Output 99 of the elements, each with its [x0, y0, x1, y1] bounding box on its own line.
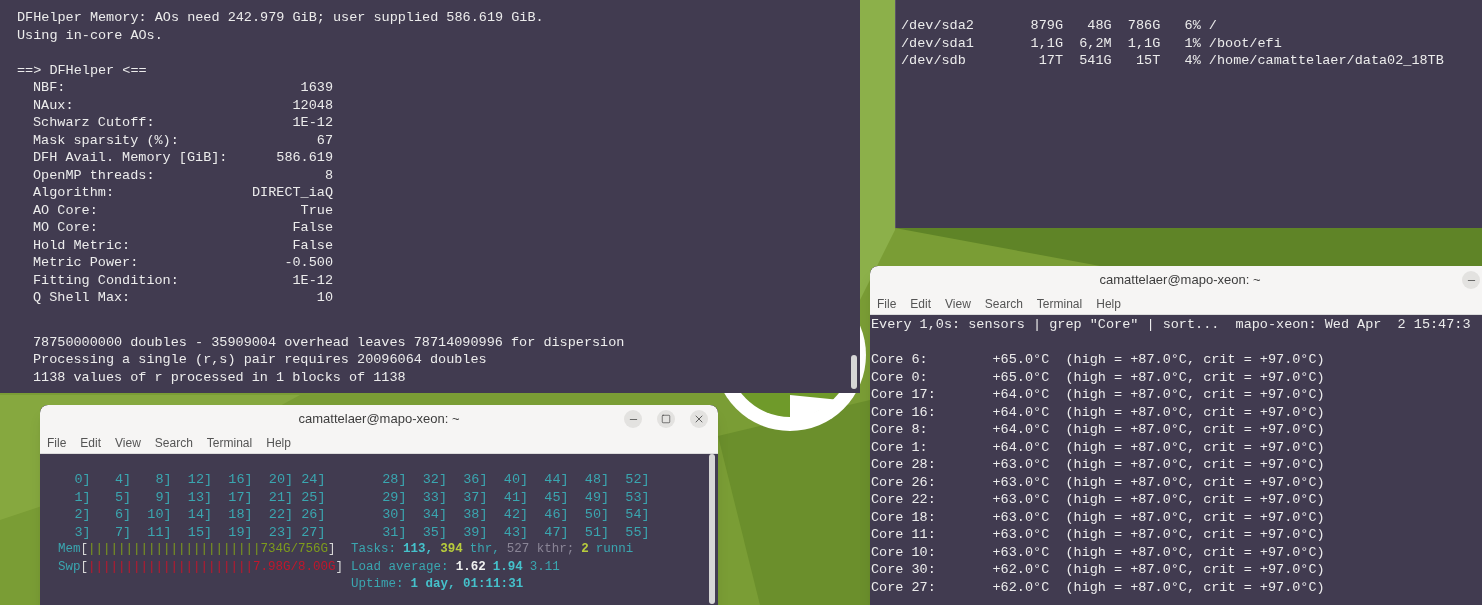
minimize-button[interactable] [1462, 271, 1480, 289]
parameter-value: DIRECT_iaQ [252, 184, 333, 202]
terminal-line: DFHelper Memory: AOs need 242.979 GiB; user supplied 586.619 GiB. [17, 9, 544, 27]
scrollbar-thumb[interactable] [851, 355, 857, 389]
window-title: camattelaer@mapo-xeon: ~ [1099, 270, 1261, 289]
htop-text: 734G/756G [260, 541, 329, 558]
menu-item[interactable]: View [115, 433, 141, 452]
parameter-label: Hold Metric: [33, 236, 131, 254]
parameter-label: Q Shell Max: [33, 289, 131, 307]
sensor-line: Core 30: +62.0°C (high = +87.0°C, crit = +97.0°C) [871, 561, 1325, 579]
menu-item[interactable]: Terminal [206, 433, 253, 452]
parameter-label: MO Core: [33, 219, 98, 237]
parameter-value: True [300, 201, 333, 219]
close-icon [693, 413, 705, 425]
menu-item[interactable]: View [945, 294, 971, 313]
sensor-line: Core 6: +65.0°C (high = +87.0°C, crit = +97.0°C) [871, 351, 1325, 369]
sensor-line: Core 10: +63.0°C (high = +87.0°C, crit = +97.0°C) [871, 543, 1325, 561]
cpu-row-text: 3] 7] 11] 15] 19] 23] 27] 31] 35] 39] 43] 47] 51] 55] [73, 523, 650, 541]
htop-text: 2 [581, 541, 589, 558]
htop-text: [ [80, 558, 89, 576]
terminal-line: /dev/sdb 17T 541G 15T 4% /home/camattelaer/data02_18TB [901, 52, 1444, 70]
parameter-label: OpenMP threads: [33, 166, 155, 184]
menu-item[interactable]: Edit [910, 294, 932, 313]
menu-item[interactable]: Terminal [1036, 294, 1083, 313]
sensor-line: Core 27: +62.0°C (high = +87.0°C, crit = +97.0°C) [871, 578, 1325, 596]
maximize-button[interactable] [657, 410, 675, 428]
parameter-label: Metric Power: [33, 254, 139, 272]
htop-text: 7.98G/8.00G [253, 558, 336, 576]
sensor-line: Core 16: +64.0°C (high = +87.0°C, crit = +97.0°C) [871, 403, 1325, 421]
terminal-line: ==> DFHelper <== [17, 61, 147, 79]
sensor-line: Core 8: +64.0°C (high = +87.0°C, crit = +97.0°C) [871, 421, 1325, 439]
sensor-line: Core 1: +64.0°C (high = +87.0°C, crit = +97.0°C) [871, 438, 1325, 456]
htop-text: ||||||||||||||||||||||| [88, 541, 261, 558]
parameter-label: Schwarz Cutoff: [33, 114, 155, 132]
sensor-line: Core 0: +65.0°C (high = +87.0°C, crit = +97.0°C) [871, 368, 1325, 386]
parameter-label: Algorithm: [33, 184, 114, 202]
close-button[interactable] [690, 410, 708, 428]
parameter-value: 1639 [300, 79, 333, 97]
menu-item[interactable]: File [47, 433, 67, 452]
htop-text: 527 kthr; [506, 541, 575, 558]
terminal-line: Processing a single (r,s) pair requires 20096064 doubles [33, 351, 487, 369]
cpu-row-text: 2] 6] 10] 14] 18] 22] 26] 30] 34] 38] 42] 46] 50] 54] [73, 506, 650, 524]
parameter-label: Mask sparsity (%): [33, 131, 179, 149]
htop-text: |||||||||||||||||||||| [88, 558, 254, 576]
terminal-line: 78750000000 doubles - 35909004 overhead leaves 78714090996 for dispersion [33, 333, 625, 351]
parameter-label: NBF: [33, 79, 66, 97]
maximize-icon [661, 414, 671, 424]
sensor-line: Core 26: +63.0°C (high = +87.0°C, crit = +97.0°C) [871, 473, 1325, 491]
htop-text: Mem [58, 541, 81, 558]
terminal-line: /dev/sda1 1,1G 6,2M 1,1G 1% /boot/efi [901, 34, 1282, 52]
htop-text: Load average: [351, 558, 449, 576]
htop-text: [ [80, 541, 89, 558]
parameter-label: DFH Avail. Memory [GiB]: [33, 149, 228, 167]
terminal-line: Using in-core AOs. [17, 26, 163, 44]
htop-text: Uptime: [351, 576, 404, 593]
menu-item[interactable]: Edit [80, 433, 102, 452]
parameter-label: NAux: [33, 96, 74, 114]
htop-text: 1 day, 01:11:31 [410, 576, 524, 593]
sensor-line: Core 18: +63.0°C (high = +87.0°C, crit = +97.0°C) [871, 508, 1325, 526]
parameter-label: Fitting Condition: [33, 271, 179, 289]
htop-text: 1.94 [492, 558, 523, 576]
parameter-value: False [292, 236, 333, 254]
parameter-label: AO Core: [33, 201, 98, 219]
htop-text: ] [335, 558, 344, 576]
parameter-value: 1E-12 [292, 114, 333, 132]
cpu-row-text: 1] 5] 9] 13] 17] 21] 25] 29] 33] 37] 41] 45] 49] 53] [73, 488, 650, 506]
parameter-value: 12048 [292, 96, 333, 114]
cpu-row-text: 0] 4] 8] 12] 16] 20] 24] 28] 32] 36] 40] 44] 48] 52] [73, 471, 650, 489]
htop-text: 3.11 [529, 558, 560, 576]
minimize-button[interactable] [624, 410, 642, 428]
menu-item[interactable]: Help [1096, 294, 1121, 313]
htop-text: runni [595, 541, 634, 558]
terminal-line: 1138 values of r processed in 1 blocks of 1138 [33, 368, 406, 386]
htop-text: thr, [469, 541, 500, 558]
terminal-line: /dev/sda2 879G 48G 786G 6% / [901, 17, 1217, 35]
htop-text: 394 [440, 541, 463, 558]
sensor-line: Core 28: +63.0°C (high = +87.0°C, crit = +97.0°C) [871, 456, 1325, 474]
htop-text: Swp [58, 558, 81, 576]
parameter-value: 67 [316, 131, 333, 149]
sensor-line: Core 22: +63.0°C (high = +87.0°C, crit = +97.0°C) [871, 491, 1325, 509]
sensor-line: Core 17: +64.0°C (high = +87.0°C, crit = +97.0°C) [871, 386, 1325, 404]
menu-item[interactable]: Help [266, 433, 291, 452]
parameter-value: False [292, 219, 333, 237]
menu-item[interactable]: Search [154, 433, 193, 452]
menu-item[interactable]: Search [984, 294, 1023, 313]
parameter-value: -0.500 [284, 254, 333, 272]
parameter-value: 1E-12 [292, 271, 333, 289]
menu-item[interactable]: File [877, 294, 897, 313]
htop-text: ] [328, 541, 336, 558]
sensor-line: Core 11: +63.0°C (high = +87.0°C, crit = +97.0°C) [871, 526, 1325, 544]
parameter-value: 8 [324, 166, 333, 184]
parameter-value: 586.619 [276, 149, 333, 167]
htop-text: 113, [403, 541, 434, 558]
window-title: camattelaer@mapo-xeon: ~ [298, 409, 460, 428]
scrollbar-thumb[interactable] [709, 454, 715, 604]
htop-text: 1.62 [455, 558, 486, 576]
watch-header: Every 1,0s: sensors | grep "Core" | sort... mapo-xeon: Wed Apr 2 15:47:3 [871, 316, 1471, 334]
htop-text: Tasks: [351, 541, 397, 558]
parameter-value: 10 [316, 289, 333, 307]
